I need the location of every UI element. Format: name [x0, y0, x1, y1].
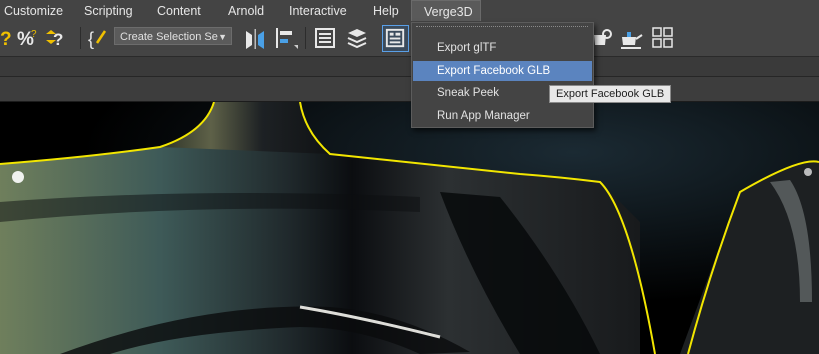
align-icon[interactable] — [273, 25, 299, 51]
layer-explorer-icon[interactable] — [344, 25, 370, 51]
tooltip: Export Facebook GLB — [549, 85, 672, 103]
menu-interactive[interactable]: Interactive — [281, 0, 355, 22]
spinner-snap-icon[interactable]: ? — [44, 25, 70, 51]
svg-text:?: ? — [31, 29, 37, 40]
menu-help[interactable]: Help — [365, 0, 407, 22]
svg-text:?: ? — [0, 29, 12, 50]
menu-bar: Customize Scripting Content Arnold Inter… — [0, 0, 819, 23]
menu-item-export-gltf[interactable]: Export glTF — [413, 38, 592, 58]
ribbon-panel — [0, 77, 819, 102]
toolbar-separator — [305, 27, 306, 49]
render-icon[interactable] — [650, 25, 676, 51]
verge3d-dropdown-menu: Export glTF Export Facebook GLB Sneak Pe… — [411, 22, 594, 128]
menu-item-run-app-manager[interactable]: Run App Manager — [413, 106, 592, 126]
menu-customize[interactable]: Customize — [0, 0, 71, 22]
toggle-ribbon-button[interactable] — [382, 25, 409, 52]
mirror-icon[interactable] — [242, 25, 268, 51]
main-toolbar: ? %? ? { Create Selection Se ▼ — [0, 22, 819, 57]
percent-snap-icon[interactable]: %? — [15, 25, 41, 51]
chevron-down-icon: ▼ — [218, 32, 227, 42]
menu-tearoff-separator — [416, 26, 588, 28]
svg-text:{: { — [88, 29, 94, 49]
menu-verge3d[interactable]: Verge3D — [411, 0, 481, 21]
menu-scripting[interactable]: Scripting — [76, 0, 141, 22]
menu-item-export-facebook-glb[interactable]: Export Facebook GLB — [413, 61, 592, 81]
edit-named-selection-icon[interactable]: { — [86, 25, 112, 51]
toolbar-separator — [80, 27, 81, 49]
teapot-render — [0, 102, 819, 354]
menu-content[interactable]: Content — [149, 0, 209, 22]
scene-explorer-icon[interactable] — [312, 25, 338, 51]
ribbon-bar — [0, 57, 819, 77]
viewport[interactable] — [0, 102, 819, 354]
menu-arnold[interactable]: Arnold — [220, 0, 272, 22]
selection-set-label: Create Selection Se — [120, 31, 218, 43]
render-frame-icon[interactable] — [618, 25, 644, 51]
named-selection-set-dropdown[interactable]: Create Selection Se ▼ — [114, 27, 232, 45]
